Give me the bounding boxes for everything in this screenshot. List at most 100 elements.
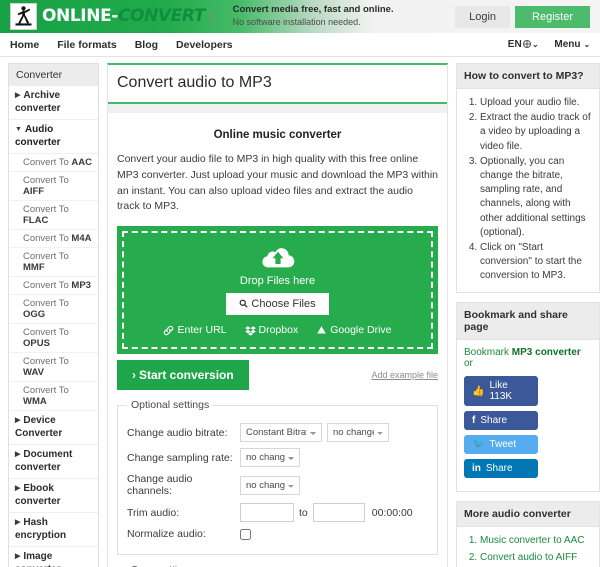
howto-step: Extract the audio track of a video by up… xyxy=(480,111,592,154)
sidebar-subitem-wav[interactable]: Convert To WAV xyxy=(9,353,98,382)
sidebar-item-ebook-converter[interactable]: ▶ Ebook converter xyxy=(9,479,98,513)
file-dropzone[interactable]: Drop Files here Choose Files Enter URL D… xyxy=(117,226,438,354)
sidebar-title: Converter xyxy=(8,63,99,86)
bookmark-body: Bookmark MP3 converter or 👍 Like 113K f Sh… xyxy=(456,340,600,493)
sidebar-subitem-flac[interactable]: Convert To FLAC xyxy=(9,201,98,230)
sidebar-subitem-wma[interactable]: Convert To WMA xyxy=(9,382,98,411)
more-converters-title: More audio converter xyxy=(456,501,600,528)
sidebar-item-hash-encryption[interactable]: ▶ Hash encryption xyxy=(9,513,98,547)
dropzone-source-links: Enter URL Dropbox Google Drive xyxy=(132,324,423,336)
facebook-like-button[interactable]: 👍 Like 113K xyxy=(464,376,538,407)
row-audio-channels: Change audio channels: no change xyxy=(127,473,428,497)
sidebar-subitem-aac[interactable]: Convert To AAC xyxy=(9,154,98,172)
row-normalize-audio: Normalize audio: xyxy=(127,528,428,540)
login-button[interactable]: Login xyxy=(455,5,511,28)
google-drive-link[interactable]: Google Drive xyxy=(316,324,392,336)
bitrate-value-select[interactable]: no change xyxy=(327,423,389,442)
nav-item-home[interactable]: Home xyxy=(10,39,39,51)
site-header: ONLINE-CONVERT .COM Convert media free, f… xyxy=(0,0,600,33)
triangle-right-icon: ▶ xyxy=(15,519,21,526)
sidebar-item-archive-converter[interactable]: ▶ Archive converter xyxy=(9,86,98,120)
trim-to-input[interactable] xyxy=(312,503,365,522)
register-button[interactable]: Register xyxy=(515,5,590,28)
chevron-right-icon: › xyxy=(132,368,136,382)
convert-prefix: Convert To xyxy=(23,298,69,309)
twitter-tweet-button[interactable]: 🐦 Tweet xyxy=(464,435,538,455)
dropbox-icon xyxy=(244,325,256,336)
convert-format: MMF xyxy=(23,262,45,273)
facebook-icon: f xyxy=(472,415,476,427)
sidebar-subitem-mp3[interactable]: Convert To MP3 xyxy=(9,277,98,295)
nav-item-developers[interactable]: Developers xyxy=(176,39,233,51)
sidebar-item-device-converter[interactable]: ▶ Device Converter xyxy=(9,411,98,445)
more-converter-link[interactable]: Convert audio to AIFF xyxy=(480,552,577,563)
nav-item-file-formats[interactable]: File formats xyxy=(57,39,117,51)
sidebar-subitem-mmf[interactable]: Convert To MMF xyxy=(9,248,98,277)
facebook-share-button[interactable]: f Share xyxy=(464,411,538,431)
more-converter-link[interactable]: Music converter to AAC xyxy=(480,535,584,546)
convert-prefix: Convert To xyxy=(23,204,69,215)
sidebar-subitem-aiff[interactable]: Convert To AIFF xyxy=(9,172,98,201)
list-item[interactable]: Music converter to AAC xyxy=(480,534,592,548)
sidebar-item-label: Archive converter xyxy=(15,90,61,114)
left-sidebar: Converter ▶ Archive converter ▼ Audio conv… xyxy=(8,63,99,567)
page-title: Convert audio to MP3 xyxy=(108,65,447,104)
nav-item-blog[interactable]: Blog xyxy=(135,39,158,51)
list-item[interactable]: Convert audio to AIFF xyxy=(480,551,592,565)
convert-prefix: Convert To xyxy=(23,356,69,367)
main-navigation: Home File formats Blog Developers EN ⌄ Me… xyxy=(0,33,600,57)
language-selector[interactable]: EN ⌄ xyxy=(508,39,539,50)
sidebar-subitem-opus[interactable]: Convert To OPUS xyxy=(9,324,98,353)
converter-card: Convert audio to MP3 Online music conver… xyxy=(107,63,448,567)
dropbox-link[interactable]: Dropbox xyxy=(244,324,299,336)
sidebar-item-document-converter[interactable]: ▶ Document converter xyxy=(9,445,98,479)
sidebar-subitem-m4a[interactable]: Convert To M4A xyxy=(9,230,98,248)
convert-format: AAC xyxy=(71,157,92,168)
trim-duration-display: 00:00:00 xyxy=(371,506,413,519)
howto-step: Click on "Start conversion" to start the… xyxy=(480,241,592,284)
site-logo[interactable]: ONLINE-CONVERT .COM xyxy=(10,3,221,30)
search-icon xyxy=(239,299,249,308)
linkedin-share-label: Share xyxy=(485,463,513,475)
bookmark-prefix: Bookmark xyxy=(464,347,512,359)
dropbox-label: Dropbox xyxy=(258,324,299,336)
chevron-down-icon-menu: ⌄ xyxy=(583,40,590,49)
convert-format: FLAC xyxy=(23,215,49,226)
sidebar-item-image-converter[interactable]: ▶Image converter xyxy=(9,547,98,567)
cloud-upload-icon xyxy=(132,244,423,273)
audio-channels-select[interactable]: no change xyxy=(240,475,300,495)
sampling-rate-label: Change sampling rate: xyxy=(127,451,233,464)
main-content: Convert audio to MP3 Online music conver… xyxy=(107,63,448,567)
start-conversion-label: Start conversion xyxy=(139,368,234,382)
choose-files-button[interactable]: Choose Files xyxy=(226,293,329,315)
sidebar-list: ▶ Archive converter ▼ Audio converter Conv… xyxy=(8,86,99,567)
trim-audio-label: Trim audio: xyxy=(127,506,180,519)
add-example-file-link[interactable]: Add example file xyxy=(371,370,438,380)
runner-logo-icon xyxy=(10,3,37,30)
triangle-right-icon: ▶ xyxy=(15,451,21,458)
start-conversion-button-top[interactable]: › Start conversion xyxy=(117,360,249,390)
triangle-right-icon: ▶ xyxy=(15,92,21,99)
sidebar-item-label: Device Converter xyxy=(15,415,63,439)
sidebar-item-audio-converter[interactable]: ▼ Audio converter xyxy=(9,120,98,154)
bitrate-mode-select[interactable]: Constant Bitrate xyxy=(240,423,322,442)
linkedin-share-button[interactable]: in Share xyxy=(464,459,538,479)
trim-from-input[interactable] xyxy=(240,503,294,522)
sampling-rate-select[interactable]: no change xyxy=(240,448,300,467)
header-tagline: Convert media free, fast and online. No … xyxy=(233,4,394,28)
tagline-line-1: Convert media free, fast and online. xyxy=(232,4,394,16)
right-sidebar: How to convert to MP3? Upload your audio… xyxy=(456,63,600,567)
bookmark-suffix: or xyxy=(464,358,473,370)
enter-url-link[interactable]: Enter URL xyxy=(163,324,227,336)
convert-prefix: Convert To xyxy=(23,327,69,338)
sidebar-subitem-ogg[interactable]: Convert To OGG xyxy=(9,295,98,324)
convert-format: MP3 xyxy=(71,280,91,291)
convert-format: AIFF xyxy=(23,186,45,197)
bookmark-link[interactable]: MP3 converter xyxy=(512,347,581,358)
language-label: EN xyxy=(507,39,522,50)
convert-prefix: Convert To xyxy=(23,385,69,396)
convert-prefix: Convert To xyxy=(23,175,69,186)
menu-button[interactable]: Menu ⌄ xyxy=(554,39,590,50)
normalize-audio-checkbox[interactable] xyxy=(240,528,251,540)
twitter-tweet-label: Tweet xyxy=(489,439,517,451)
